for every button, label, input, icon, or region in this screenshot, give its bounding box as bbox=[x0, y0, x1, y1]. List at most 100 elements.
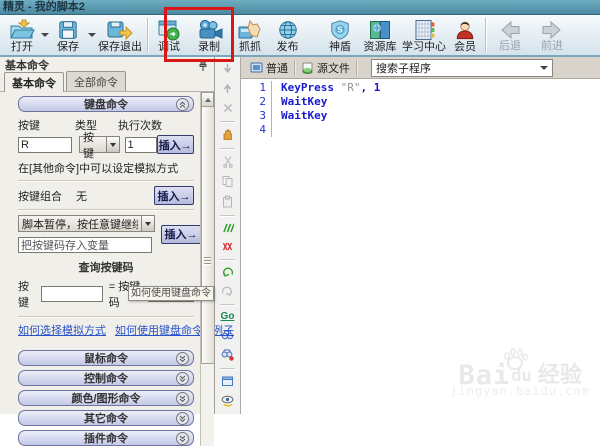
window-title: 精灵 - 我的脚本2 bbox=[3, 1, 85, 13]
strip-separator bbox=[220, 259, 235, 260]
learning-center-label: 学习中心 bbox=[402, 42, 446, 53]
uncomment-icon[interactable] bbox=[221, 241, 234, 252]
caret-down-icon bbox=[141, 216, 154, 231]
code-area[interactable]: 1 2 3 4 KeyPress "R", 1 WaitKey WaitKey … bbox=[241, 79, 600, 414]
count-input[interactable] bbox=[125, 137, 157, 153]
record-highlight-box bbox=[164, 7, 234, 62]
open-button[interactable]: 打开 bbox=[4, 15, 40, 55]
paste-icon[interactable] bbox=[221, 195, 234, 208]
collapsed-sections: 鼠标命令 控制命令 颜色/图形命令 其它命令 bbox=[18, 350, 194, 446]
caret-down-icon bbox=[540, 66, 548, 70]
divider bbox=[18, 316, 194, 318]
toolbar-gap bbox=[306, 15, 320, 55]
open-folder-icon bbox=[9, 19, 35, 41]
code-line: WaitKey bbox=[272, 109, 380, 123]
link-how-to-choose-simulation[interactable]: 如何选择模拟方式 bbox=[18, 322, 106, 338]
forward-arrow-icon bbox=[540, 20, 564, 40]
save-button[interactable]: 保存 bbox=[49, 15, 87, 55]
expand-icon[interactable] bbox=[176, 432, 189, 445]
scrollbar-thumb[interactable] bbox=[201, 106, 215, 364]
key-input[interactable] bbox=[18, 137, 72, 153]
forward-label: 前进 bbox=[541, 41, 563, 52]
editor-tab-bar: 普通 源文件 搜索子程序 bbox=[241, 57, 600, 79]
tab-all-commands[interactable]: 全部命令 bbox=[66, 71, 126, 91]
redo-icon[interactable] bbox=[221, 285, 234, 297]
line-number: 3 bbox=[241, 109, 272, 123]
section-control-commands[interactable]: 控制命令 bbox=[18, 370, 194, 386]
expand-icon[interactable] bbox=[176, 352, 189, 365]
expand-icon[interactable] bbox=[176, 372, 189, 385]
script-window-icon[interactable] bbox=[221, 375, 234, 387]
insert-combo-button[interactable]: 插入→ bbox=[154, 186, 194, 205]
source-view-icon bbox=[301, 62, 314, 74]
field-labels-row: 按键 类型 执行次数 bbox=[18, 117, 194, 133]
save-exit-button[interactable]: 保存退出 bbox=[96, 15, 144, 55]
section-color-graphics-commands[interactable]: 颜色/图形命令 bbox=[18, 390, 194, 406]
expand-icon[interactable] bbox=[176, 392, 189, 405]
paw-icon bbox=[502, 347, 528, 371]
goto-line-icon[interactable]: Go bbox=[221, 311, 235, 322]
store-keycode-input[interactable] bbox=[18, 237, 152, 253]
shield-label: 神盾 bbox=[329, 42, 351, 53]
panel-title: 基本命令 bbox=[5, 57, 49, 73]
insert-key-button[interactable]: 插入→ bbox=[157, 135, 195, 154]
section-mouse-commands[interactable]: 鼠标命令 bbox=[18, 350, 194, 366]
save-dropdown-arrow[interactable] bbox=[87, 15, 96, 55]
expand-icon[interactable] bbox=[176, 412, 189, 425]
caret-down-icon bbox=[106, 137, 118, 152]
library-books-icon bbox=[368, 19, 392, 41]
panel-tab-bar: 基本命令 全部命令 bbox=[0, 73, 214, 92]
link-example[interactable]: 例子 bbox=[212, 322, 234, 338]
learning-center-button[interactable]: 学习中心 bbox=[400, 15, 448, 55]
search-subroutine-combo[interactable]: 搜索子程序 bbox=[371, 59, 553, 77]
key-type-select[interactable]: 按键 bbox=[79, 136, 120, 153]
scroll-up-button[interactable] bbox=[201, 92, 214, 107]
line-number: 4 bbox=[241, 123, 272, 137]
link-how-to-use-keyboard-commands[interactable]: 如何使用键盘命令 bbox=[115, 322, 203, 338]
library-label: 资源库 bbox=[364, 42, 397, 53]
query-key-input[interactable] bbox=[41, 286, 103, 302]
toolbar-separator bbox=[147, 18, 148, 52]
tooltip: 如何使用键盘命令 bbox=[128, 286, 214, 301]
publish-button[interactable]: 发布 bbox=[269, 15, 306, 55]
strip-separator bbox=[220, 368, 235, 369]
comment-icon[interactable] bbox=[221, 222, 234, 234]
open-dropdown-arrow[interactable] bbox=[40, 15, 49, 55]
key-combo-label: 按键组合 bbox=[18, 188, 62, 204]
tab-source-view[interactable]: 源文件 bbox=[295, 60, 357, 76]
shield-button[interactable]: S 神盾 bbox=[320, 15, 360, 55]
baidu-watermark: Baidu 经验 jingyan.baidu.com bbox=[450, 369, 590, 398]
watermark-brand: Bai bbox=[458, 369, 510, 383]
move-up-icon[interactable] bbox=[221, 82, 234, 95]
move-down-icon[interactable] bbox=[221, 62, 234, 75]
delete-line-icon[interactable] bbox=[222, 102, 234, 114]
watermark-suffix: 经验 bbox=[538, 369, 582, 383]
key-combo-value[interactable]: 无 bbox=[76, 188, 87, 204]
forward-button[interactable]: 前进 bbox=[531, 15, 573, 55]
section-plugin-commands[interactable]: 插件命令 bbox=[18, 430, 194, 446]
hand-tool-icon[interactable] bbox=[221, 128, 234, 141]
line-number: 2 bbox=[241, 95, 272, 109]
back-button[interactable]: 后退 bbox=[489, 15, 531, 55]
library-button[interactable]: 资源库 bbox=[360, 15, 400, 55]
help-links-row: 如何选择模拟方式 如何使用键盘命令 例子 bbox=[18, 322, 194, 338]
tab-normal-view[interactable]: 普通 bbox=[244, 60, 295, 76]
cut-icon[interactable] bbox=[222, 155, 234, 168]
section-keyboard-commands[interactable]: 键盘命令 bbox=[18, 96, 194, 112]
insert-pause-button[interactable]: 插入→ bbox=[161, 225, 201, 244]
query-key-label: 按键 bbox=[18, 278, 36, 310]
view-eye-icon[interactable] bbox=[221, 394, 235, 407]
strip-separator bbox=[220, 148, 235, 149]
collapse-icon[interactable] bbox=[176, 98, 189, 111]
code-editor: 普通 源文件 搜索子程序 1 bbox=[241, 57, 600, 414]
panel-scrollbar[interactable] bbox=[200, 92, 214, 446]
find-next-icon[interactable] bbox=[221, 348, 234, 361]
copy-icon[interactable] bbox=[221, 175, 234, 188]
section-other-commands[interactable]: 其它命令 bbox=[18, 410, 194, 426]
member-button[interactable]: 会员 bbox=[448, 15, 482, 55]
capture-button[interactable]: 抓抓 bbox=[231, 15, 269, 55]
tab-basic-commands[interactable]: 基本命令 bbox=[4, 72, 64, 92]
pause-option-select[interactable]: 脚本暂停，按任意键继续 bbox=[18, 215, 155, 232]
undo-icon[interactable] bbox=[221, 266, 234, 278]
capture-hand-icon bbox=[238, 19, 262, 41]
